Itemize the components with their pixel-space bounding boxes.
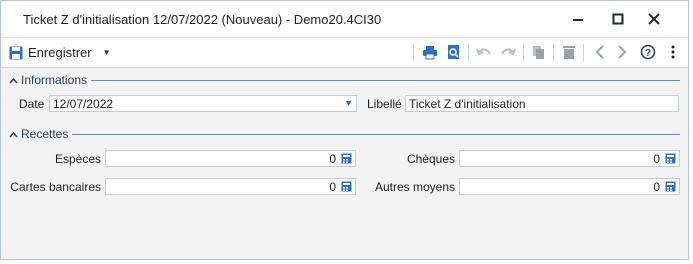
section-divider — [9, 134, 680, 135]
print-preview-button[interactable] — [444, 42, 464, 62]
informations-section-title: Informations — [21, 73, 88, 87]
title-bar: Ticket Z d'initialisation 12/07/2022 (No… — [1, 1, 688, 37]
help-button[interactable]: ? — [638, 42, 658, 62]
cartes-bancaires-label: Cartes bancaires — [10, 180, 101, 194]
next-button[interactable] — [612, 42, 632, 62]
especes-field[interactable]: 0 — [105, 150, 356, 167]
recettes-section-header[interactable]: Recettes — [9, 127, 680, 141]
libelle-field[interactable]: Ticket Z d'initialisation — [405, 95, 679, 112]
toolbar-separator — [413, 44, 414, 61]
calculator-icon[interactable] — [341, 153, 352, 164]
copy-icon — [533, 45, 544, 59]
redo-button[interactable] — [498, 42, 518, 62]
toolbar-separator — [468, 44, 469, 61]
especes-value: 0 — [329, 152, 336, 166]
calculator-icon[interactable] — [341, 181, 352, 192]
printer-icon — [423, 45, 437, 59]
print-preview-icon — [448, 45, 459, 59]
chevron-up-icon[interactable] — [9, 131, 18, 138]
redo-icon — [501, 48, 516, 56]
minimize-icon — [573, 19, 583, 21]
undo-button[interactable] — [474, 42, 494, 62]
close-icon — [648, 13, 660, 25]
more-options-button[interactable] — [663, 42, 683, 62]
autres-moyens-field[interactable]: 0 — [459, 178, 680, 195]
toolbar: Enregistrer ▼ ? — [1, 37, 688, 68]
toolbar-separator — [583, 44, 584, 61]
window-title: Ticket Z d'initialisation 12/07/2022 (No… — [23, 12, 382, 27]
cartes-bancaires-field[interactable]: 0 — [105, 178, 356, 195]
libelle-value: Ticket Z d'initialisation — [409, 97, 526, 111]
minimize-button[interactable] — [561, 5, 595, 33]
save-button[interactable]: Enregistrer ▼ — [9, 42, 111, 63]
informations-section-header[interactable]: Informations — [9, 73, 680, 87]
close-button[interactable] — [637, 5, 671, 33]
section-divider — [9, 80, 680, 81]
calculator-icon[interactable] — [665, 153, 676, 164]
autres-moyens-label: Autres moyens — [374, 180, 455, 194]
cheques-field[interactable]: 0 — [459, 150, 680, 167]
cheques-value: 0 — [653, 152, 660, 166]
trash-icon — [563, 45, 575, 59]
date-value: 12/07/2022 — [53, 97, 114, 111]
duplicate-button[interactable] — [529, 42, 549, 62]
especes-label: Espèces — [54, 152, 101, 166]
chevron-up-icon[interactable] — [9, 77, 18, 84]
maximize-button[interactable] — [601, 5, 635, 33]
save-button-label: Enregistrer — [28, 45, 92, 60]
maximize-icon — [612, 13, 624, 25]
chevron-right-icon — [618, 45, 627, 59]
delete-button[interactable] — [559, 42, 579, 62]
toolbar-separator — [553, 44, 554, 61]
toolbar-separator — [523, 44, 524, 61]
cartes-bancaires-value: 0 — [329, 180, 336, 194]
date-field[interactable]: 12/07/2022 ▼ — [49, 95, 357, 112]
date-label: Date — [19, 97, 45, 111]
save-icon — [9, 46, 23, 59]
more-vertical-icon — [671, 45, 675, 59]
cheques-label: Chèques — [406, 152, 455, 166]
undo-icon — [476, 48, 491, 56]
recettes-section-title: Recettes — [21, 127, 69, 141]
help-icon: ? — [640, 44, 656, 60]
autres-moyens-value: 0 — [653, 180, 660, 194]
dropdown-arrow-icon[interactable]: ▼ — [344, 96, 353, 111]
chevron-left-icon — [595, 45, 604, 59]
libelle-label: Libellé — [367, 97, 402, 111]
calculator-icon[interactable] — [665, 181, 676, 192]
save-dropdown-arrow-icon[interactable]: ▼ — [103, 48, 111, 57]
previous-button[interactable] — [590, 42, 610, 62]
dialog-window: Ticket Z d'initialisation 12/07/2022 (No… — [0, 0, 689, 260]
svg-text:?: ? — [645, 48, 651, 59]
print-button[interactable] — [420, 42, 440, 62]
